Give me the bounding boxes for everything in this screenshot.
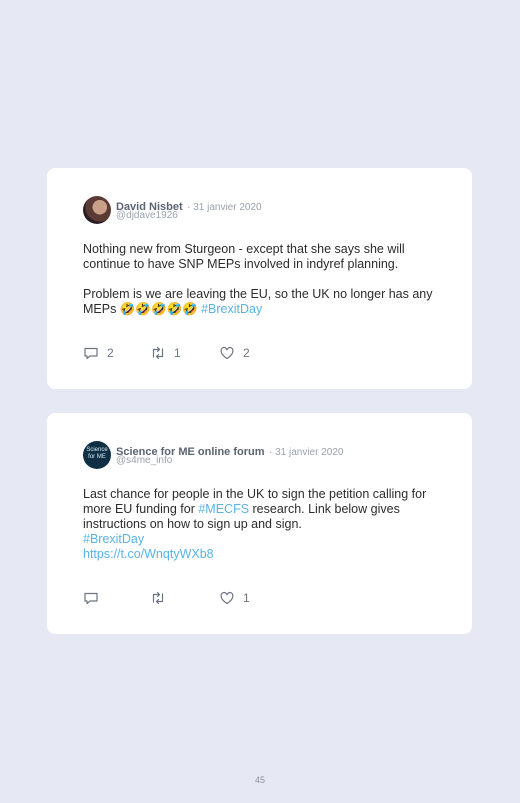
heart-icon bbox=[220, 591, 234, 605]
hashtag-link[interactable]: #BrexitDay bbox=[83, 532, 144, 546]
author-handle[interactable]: @djdave1926 bbox=[116, 210, 178, 221]
retweet-count: 1 bbox=[174, 346, 181, 360]
like-button[interactable]: 1 bbox=[219, 590, 250, 606]
like-count: 1 bbox=[243, 591, 250, 605]
heart-icon bbox=[220, 346, 234, 360]
author-handle[interactable]: @s4me_info bbox=[116, 455, 172, 466]
tweet-actions: 2 1 2 bbox=[83, 345, 383, 361]
tweet-paragraph: Problem is we are leaving the EU, so the… bbox=[83, 287, 434, 317]
tweet-text: Last chance for people in the UK to sign… bbox=[83, 487, 434, 562]
page-number: 45 bbox=[254, 775, 265, 785]
hashtag-link[interactable]: #MECFS bbox=[198, 502, 249, 516]
tweet-card: David Nisbet · 31 janvier 2020 @djdave19… bbox=[47, 168, 472, 389]
reply-button[interactable]: 2 bbox=[83, 345, 114, 361]
avatar[interactable] bbox=[83, 196, 111, 224]
reply-icon bbox=[84, 592, 98, 605]
retweet-button[interactable]: 1 bbox=[150, 345, 181, 361]
url-link[interactable]: https://t.co/WnqtyWXb8 bbox=[83, 547, 214, 561]
avatar[interactable]: Science for ME bbox=[83, 441, 111, 469]
reply-button[interactable] bbox=[83, 590, 107, 606]
like-button[interactable]: 2 bbox=[219, 345, 250, 361]
tweet-paragraph: Last chance for people in the UK to sign… bbox=[83, 487, 434, 562]
like-count: 2 bbox=[243, 346, 250, 360]
tweet-actions: 1 bbox=[83, 590, 383, 606]
tweet-date[interactable]: · 31 janvier 2020 bbox=[269, 447, 344, 458]
tweet-date[interactable]: · 31 janvier 2020 bbox=[187, 202, 262, 213]
reply-count: 2 bbox=[107, 346, 114, 360]
tweet-text: Nothing new from Sturgeon - except that … bbox=[83, 242, 434, 332]
avatar-logo-text: Science for ME bbox=[86, 447, 108, 460]
reply-icon bbox=[84, 347, 98, 360]
retweet-icon bbox=[152, 346, 164, 360]
hashtag-link[interactable]: #BrexitDay bbox=[201, 302, 262, 316]
tweet-card: Science for ME Science for ME online for… bbox=[47, 413, 472, 634]
retweet-icon bbox=[152, 591, 164, 605]
tweet-paragraph: Nothing new from Sturgeon - except that … bbox=[83, 242, 405, 271]
retweet-button[interactable] bbox=[150, 590, 174, 606]
